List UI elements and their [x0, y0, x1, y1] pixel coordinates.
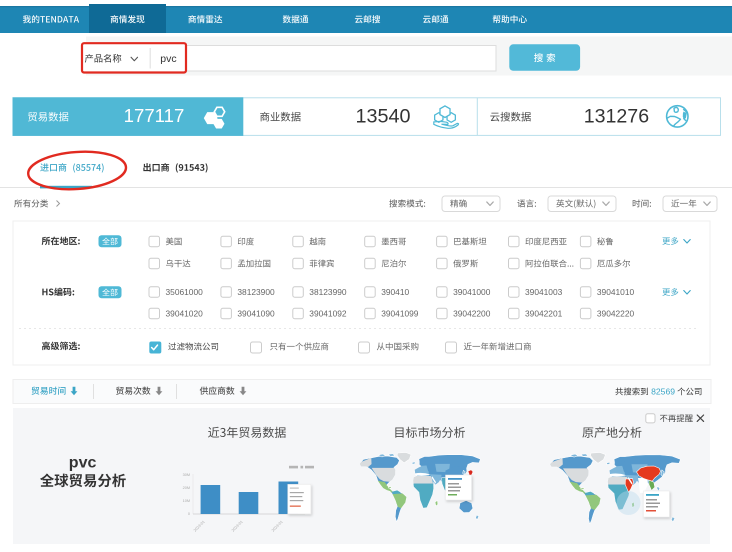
svg-text:131276: 131276 [584, 105, 649, 127]
svg-text:30M: 30M [183, 473, 190, 477]
svg-text:390410: 390410 [381, 287, 409, 297]
svg-text:39041003: 39041003 [525, 287, 563, 297]
svg-text:39042201: 39042201 [525, 308, 563, 318]
svg-text:39041092: 39041092 [309, 308, 347, 318]
svg-text:177117: 177117 [124, 105, 185, 126]
svg-text:13540: 13540 [355, 106, 410, 128]
svg-text:35061000: 35061000 [166, 287, 204, 297]
svg-text:38123990: 38123990 [309, 287, 347, 297]
svg-text:39041020: 39041020 [166, 308, 204, 318]
svg-text:pvc: pvc [69, 454, 97, 471]
svg-text:39042220: 39042220 [597, 308, 635, 318]
svg-text:0: 0 [188, 512, 190, 516]
svg-text:39041099: 39041099 [381, 308, 419, 318]
svg-text:39041090: 39041090 [237, 308, 275, 318]
svg-text:38123900: 38123900 [237, 287, 275, 297]
svg-text:39042200: 39042200 [453, 308, 491, 318]
svg-text:10M: 10M [183, 499, 190, 503]
svg-text:82569: 82569 [651, 387, 675, 397]
svg-text:pvc: pvc [160, 53, 176, 65]
svg-text:39041000: 39041000 [453, 287, 491, 297]
svg-text:20M: 20M [183, 486, 190, 490]
svg-text:39041010: 39041010 [597, 287, 635, 297]
